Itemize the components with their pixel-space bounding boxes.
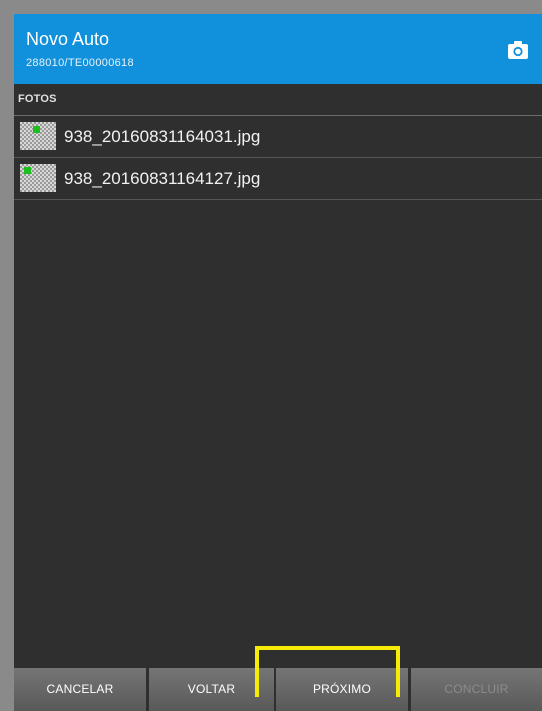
image-thumbnail-icon [20, 122, 56, 150]
cancel-button[interactable]: CANCELAR [14, 668, 146, 711]
device-frame: Novo Auto 288010/TE00000618 FOTOS 938_20… [0, 0, 542, 711]
next-button-highlight [255, 646, 400, 697]
action-bar: Novo Auto 288010/TE00000618 [14, 14, 542, 84]
photos-section-header: FOTOS [14, 84, 542, 116]
camera-icon [508, 41, 528, 59]
photo-filename: 938_20160831164127.jpg [64, 169, 261, 188]
photo-list: 938_20160831164031.jpg 938_2016083116412… [14, 116, 542, 200]
page-subtitle: 288010/TE00000618 [26, 57, 134, 69]
finish-button: CONCLUIR [411, 668, 542, 711]
photo-list-item[interactable]: 938_20160831164127.jpg [14, 158, 542, 200]
page-title: Novo Auto [26, 29, 110, 49]
photo-list-item[interactable]: 938_20160831164031.jpg [14, 116, 542, 158]
app-screen: Novo Auto 288010/TE00000618 FOTOS 938_20… [14, 14, 542, 711]
section-title: FOTOS [18, 93, 57, 105]
camera-button[interactable] [506, 38, 530, 62]
photo-filename: 938_20160831164031.jpg [64, 127, 261, 146]
image-thumbnail-icon [20, 164, 56, 192]
